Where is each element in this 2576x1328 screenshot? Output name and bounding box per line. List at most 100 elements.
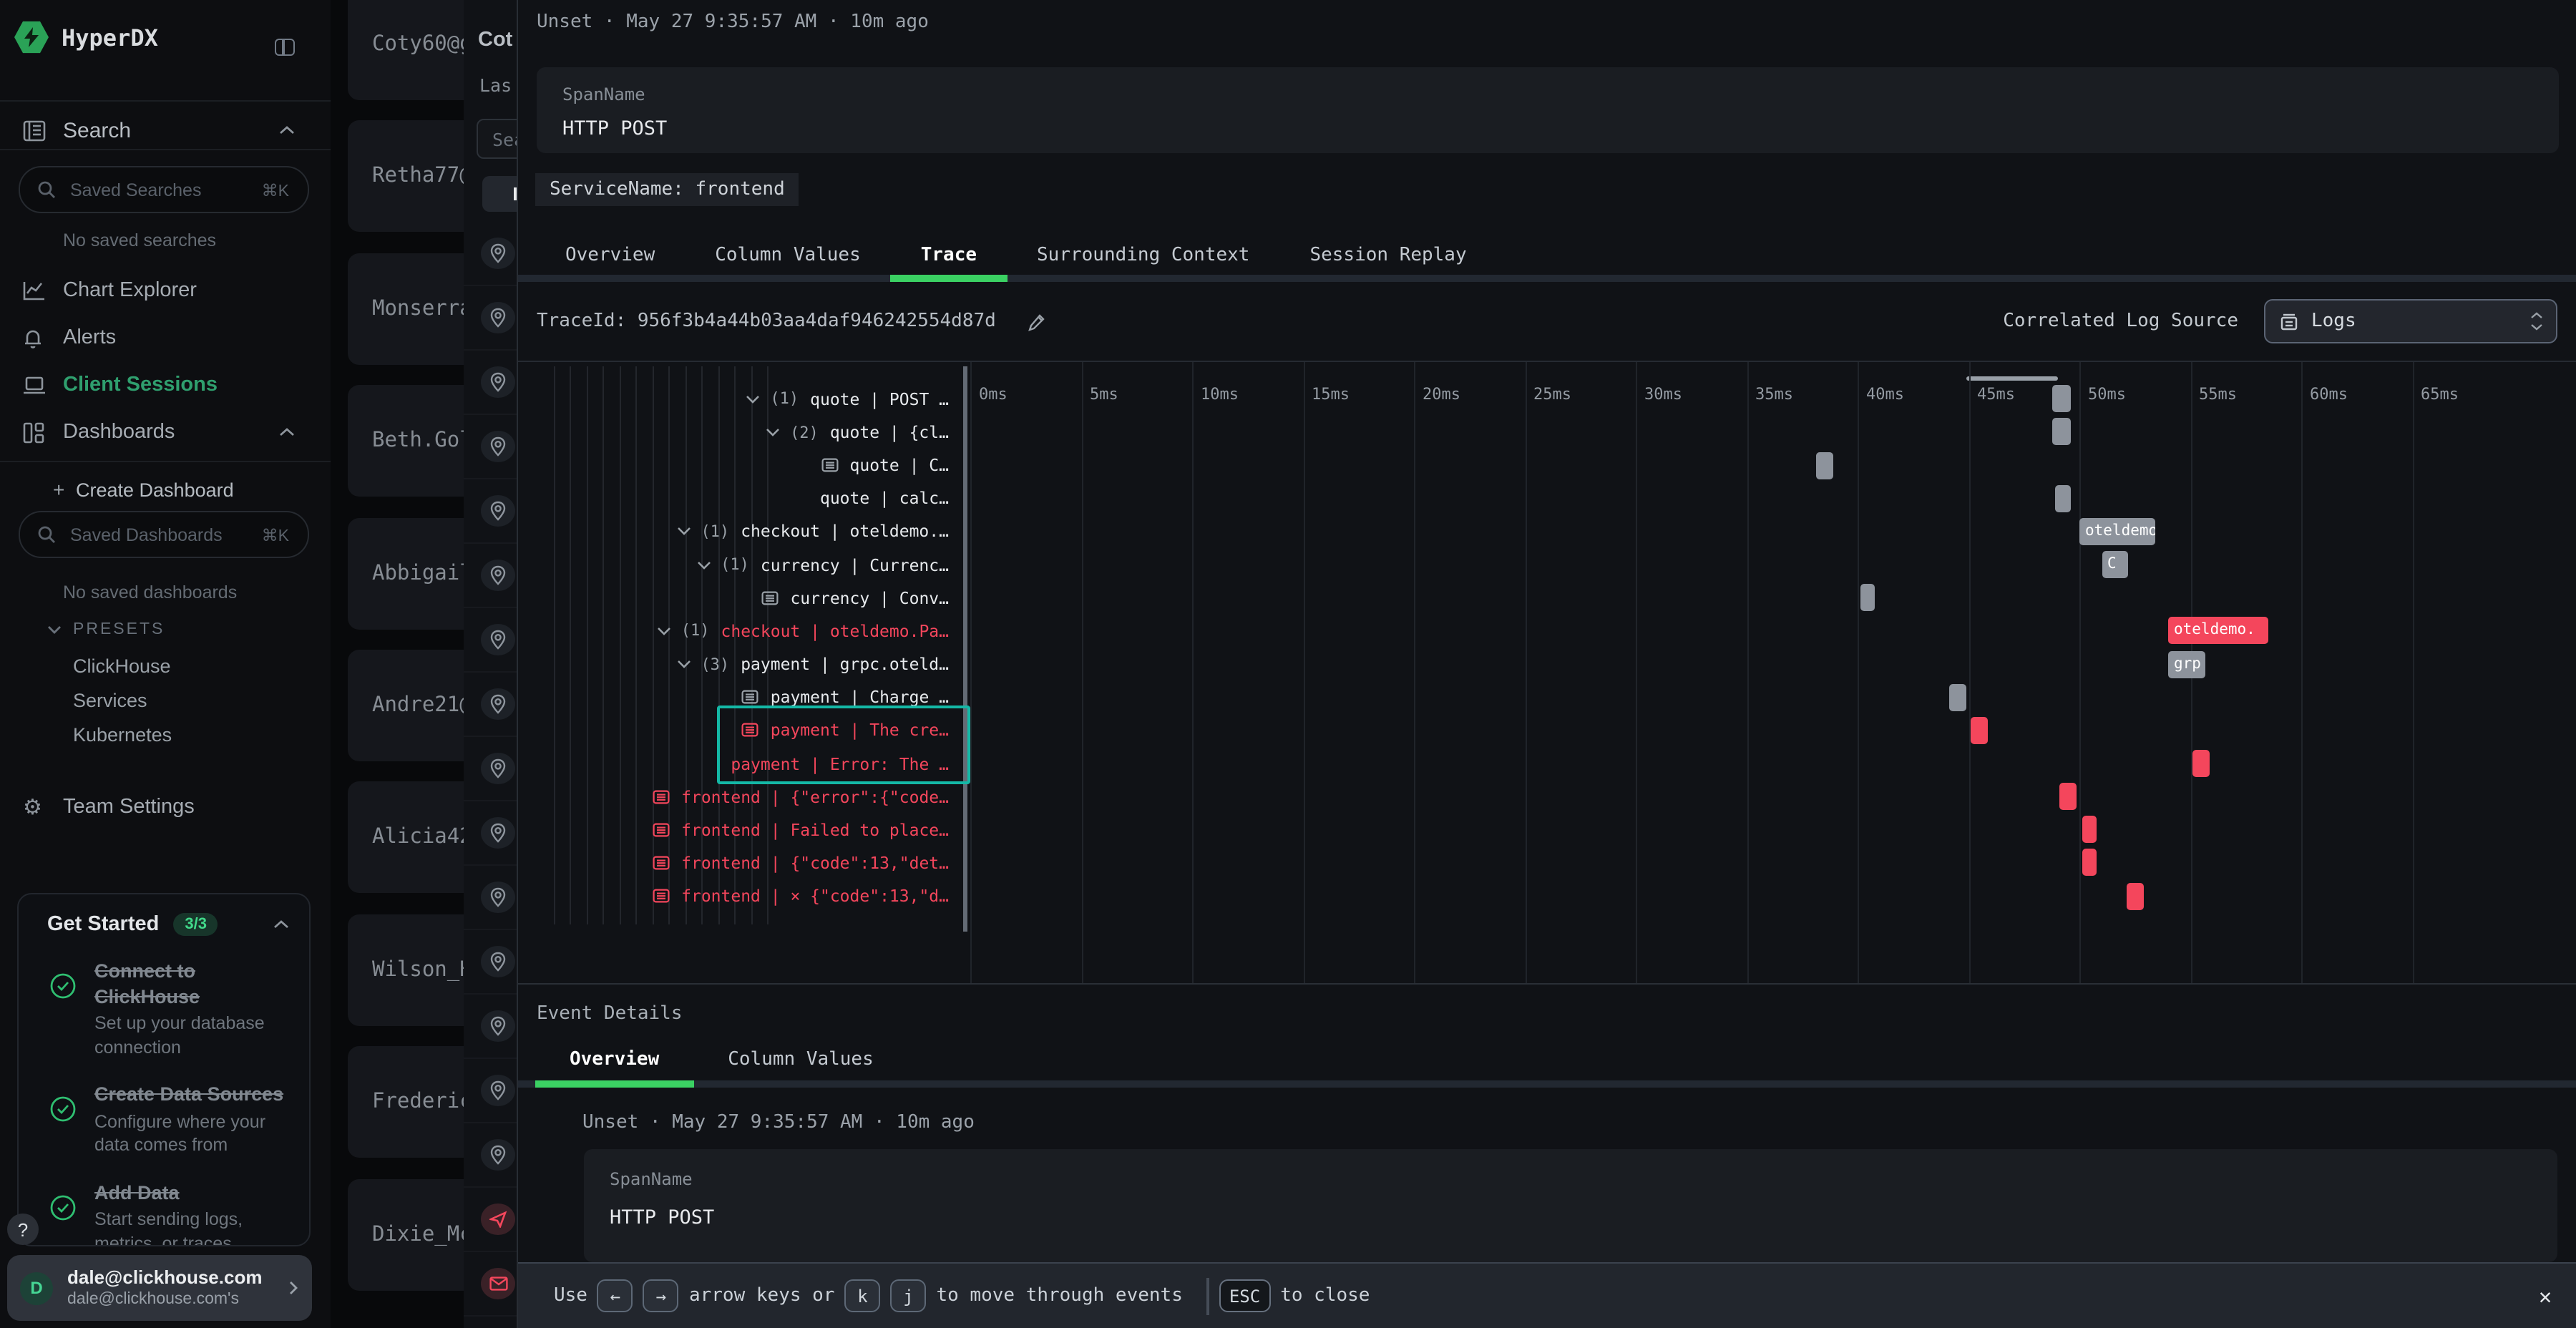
session-event-row[interactable] — [464, 222, 517, 286]
span-label: currency | Currenc… — [761, 555, 949, 575]
session-event-row[interactable] — [464, 1123, 517, 1188]
span-duration-bar[interactable] — [2059, 783, 2077, 810]
tab-surrounding-context[interactable]: Surrounding Context — [1007, 232, 1279, 282]
tab-ed-column-values[interactable]: Column Values — [693, 1035, 908, 1088]
session-event-row[interactable] — [464, 1252, 517, 1317]
trace-span-row[interactable]: frontend | Failed to place… — [518, 814, 2576, 846]
session-event-row[interactable] — [464, 673, 517, 737]
session-card[interactable]: Wilson_H — [348, 914, 464, 1026]
close-icon[interactable]: ✕ — [2539, 1283, 2552, 1309]
tab-overview[interactable]: Overview — [535, 232, 685, 282]
session-card[interactable]: Dixie_Mc — [348, 1178, 464, 1290]
sidebar-item-search[interactable]: Search — [0, 112, 331, 149]
trace-span-row[interactable]: quote | C… — [518, 449, 2576, 482]
presets-toggle[interactable]: PRESETS — [47, 621, 165, 638]
sidebar-collapse-icon[interactable] — [275, 39, 295, 56]
sidebar-item-clickhouse[interactable]: ClickHouse — [73, 655, 171, 677]
help-button[interactable]: ? — [7, 1214, 39, 1245]
span-duration-bar[interactable] — [2082, 816, 2097, 844]
session-card[interactable]: Frederic — [348, 1046, 464, 1158]
tab-trace[interactable]: Trace — [891, 232, 1007, 282]
sidebar-item-dashboards[interactable]: Dashboards — [0, 414, 331, 451]
sidebar-item-alerts[interactable]: Alerts — [0, 319, 331, 356]
session-search-input[interactable]: Sea — [477, 119, 517, 159]
service-name-chip[interactable]: ServiceName: frontend — [535, 173, 799, 206]
span-duration-bar[interactable] — [1971, 717, 1989, 744]
session-event-row[interactable] — [464, 737, 517, 801]
span-duration-bar[interactable] — [2082, 849, 2097, 877]
trace-span-row[interactable]: (1)checkout | oteldemo.Pa…oteldemo. — [518, 615, 2576, 648]
tab-column-values[interactable]: Column Values — [685, 232, 891, 282]
session-event-row[interactable] — [464, 1059, 517, 1123]
get-started-item[interactable]: Connect to ClickHouse Set up your databa… — [50, 959, 292, 1059]
chevron-down-icon[interactable] — [746, 395, 760, 404]
session-card[interactable]: Andre21@ — [348, 650, 464, 761]
session-card[interactable]: Monserra — [348, 253, 464, 365]
trace-span-row[interactable]: currency | Conv… — [518, 581, 2576, 614]
session-event-row[interactable] — [464, 930, 517, 995]
sidebar-item-team-settings[interactable]: ⚙ Team Settings — [0, 788, 331, 826]
timeline-scroll-indicator[interactable] — [1966, 376, 2058, 381]
span-duration-bar[interactable] — [2053, 386, 2071, 413]
trace-span-row[interactable]: frontend | {"error":{"code… — [518, 780, 2576, 813]
sidebar-item-services[interactable]: Services — [73, 690, 147, 711]
sidebar-item-client-sessions[interactable]: Client Sessions — [0, 366, 331, 404]
span-duration-bar[interactable] — [2053, 419, 2071, 446]
session-event-row[interactable] — [464, 1188, 517, 1252]
session-event-row[interactable] — [464, 286, 517, 351]
span-duration-bar[interactable] — [1815, 451, 1833, 479]
span-duration-bar[interactable]: C — [2102, 551, 2128, 578]
kbd-hint: ⌘K — [262, 180, 289, 200]
saved-dashboards-input[interactable]: Saved Dashboards ⌘K — [19, 511, 309, 558]
trace-span-row[interactable]: (1)checkout | oteldemo.…oteldemo — [518, 515, 2576, 548]
trace-span-row[interactable]: (3)payment | grpc.oteld…grp — [518, 648, 2576, 680]
session-card[interactable]: Beth.Gol — [348, 385, 464, 497]
session-event-row[interactable] — [464, 415, 517, 479]
saved-searches-input[interactable]: Saved Searches ⌘K — [19, 166, 309, 213]
chevron-down-icon[interactable] — [676, 660, 691, 668]
session-event-row[interactable] — [464, 866, 517, 930]
trace-span-row[interactable]: (1)quote | POST … — [518, 383, 2576, 416]
edit-pencil-icon[interactable] — [1028, 311, 1046, 331]
span-duration-bar[interactable] — [2192, 750, 2210, 777]
log-doc-icon — [761, 591, 779, 605]
span-duration-bar[interactable] — [1860, 584, 1875, 611]
session-event-row[interactable] — [464, 479, 517, 544]
tab-ed-overview[interactable]: Overview — [535, 1035, 693, 1088]
span-duration-bar[interactable]: grp — [2168, 650, 2206, 678]
session-filter-button[interactable] — [482, 176, 517, 212]
session-event-row[interactable] — [464, 801, 517, 866]
chevron-up-icon[interactable] — [273, 920, 289, 929]
sidebar-item-chart-explorer[interactable]: Chart Explorer — [0, 272, 331, 309]
session-card[interactable]: Abbigail — [348, 517, 464, 629]
user-menu[interactable]: D dale@clickhouse.com dale@clickhouse.co… — [7, 1255, 312, 1321]
session-event-row[interactable] — [464, 544, 517, 608]
sidebar-item-kubernetes[interactable]: Kubernetes — [73, 724, 172, 746]
trace-span-row[interactable]: frontend | {"code":13,"det… — [518, 846, 2576, 879]
logo[interactable]: HyperDX — [14, 20, 158, 54]
create-dashboard-button[interactable]: Create Dashboard — [76, 479, 234, 501]
chevron-down-icon[interactable] — [657, 627, 671, 635]
trace-span-row[interactable]: frontend | × {"code":13,"d… — [518, 879, 2576, 912]
trace-span-row[interactable]: quote | calc… — [518, 482, 2576, 515]
get-started-item[interactable]: Add Data Start sending logs, metrics, or… — [50, 1180, 292, 1246]
session-card[interactable]: Retha77@ — [348, 121, 464, 233]
chevron-down-icon[interactable] — [696, 560, 711, 569]
span-duration-bar[interactable] — [2055, 485, 2071, 512]
session-card[interactable]: Coty60@g — [348, 0, 464, 100]
trace-span-row[interactable]: (2)quote | {cl… — [518, 416, 2576, 449]
trace-span-row[interactable]: (1)currency | Currenc…C — [518, 548, 2576, 581]
span-duration-bar[interactable]: oteldemo. — [2168, 617, 2268, 645]
span-duration-bar[interactable] — [2126, 882, 2144, 909]
session-card[interactable]: Alicia42 — [348, 782, 464, 894]
log-source-select[interactable]: Logs — [2264, 299, 2557, 343]
span-duration-bar[interactable] — [1948, 683, 1966, 711]
session-event-row[interactable] — [464, 995, 517, 1059]
tab-session-replay[interactable]: Session Replay — [1279, 232, 1496, 282]
get-started-item[interactable]: Create Data Sources Configure where your… — [50, 1082, 292, 1157]
session-event-row[interactable] — [464, 351, 517, 415]
span-duration-bar[interactable]: oteldemo — [2079, 518, 2155, 545]
session-event-row[interactable] — [464, 608, 517, 673]
chevron-down-icon[interactable] — [676, 527, 691, 536]
chevron-down-icon[interactable] — [766, 428, 780, 436]
